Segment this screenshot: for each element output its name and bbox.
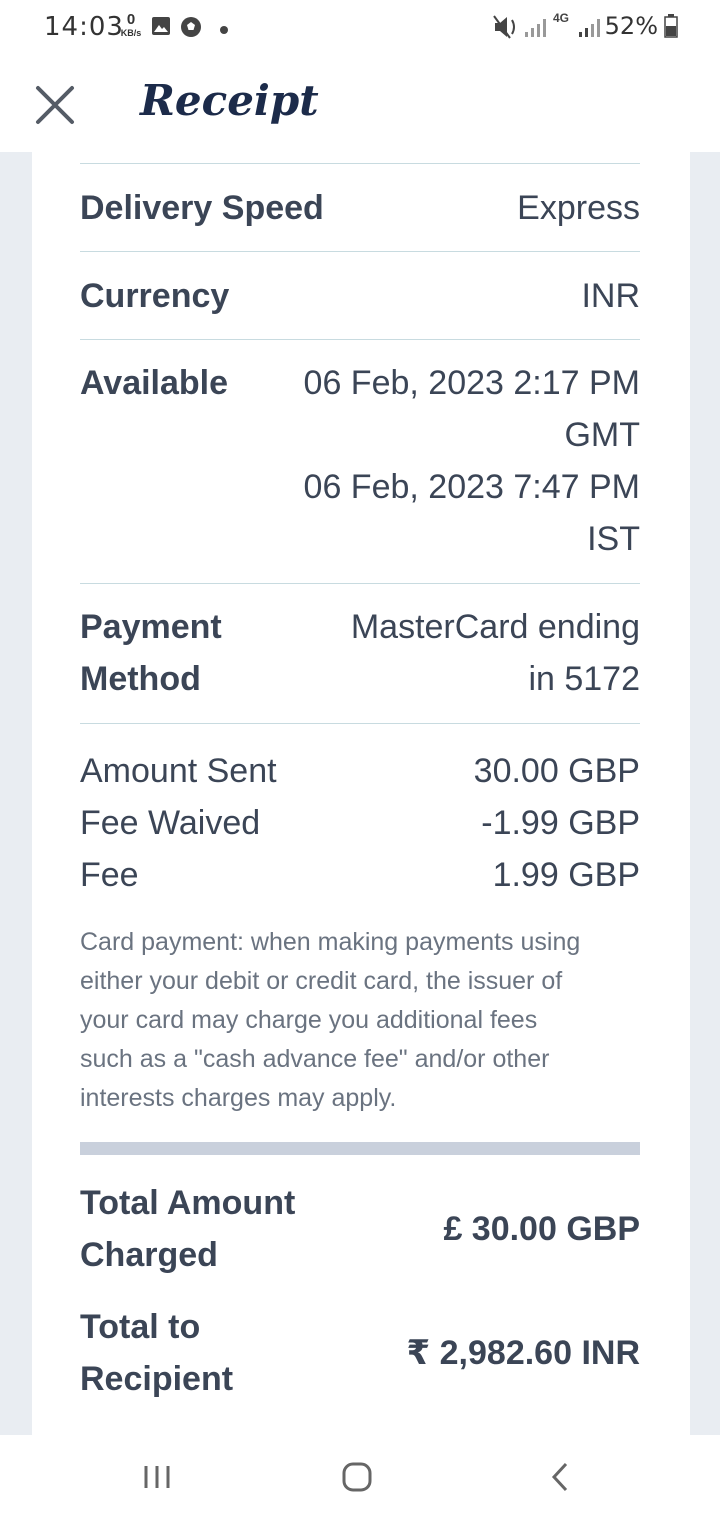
receipt-details: Delivery Speed Express Currency INR Avai… <box>80 152 640 1435</box>
header: Receipt <box>0 56 720 152</box>
signal-strength-icon-1 <box>524 18 546 43</box>
available-value: 06 Feb, 2023 2:17 PM GMT 06 Feb, 2023 7:… <box>304 357 640 565</box>
currency-label: Currency <box>80 276 230 315</box>
card-payment-note: Card payment: when making payments using… <box>80 923 640 1118</box>
recent-apps-icon <box>144 1466 170 1488</box>
available-gmt-datetime: 06 Feb, 2023 2:17 PM <box>303 364 640 402</box>
available-row: Available 06 Feb, 2023 2:17 PM GMT 06 Fe… <box>80 340 640 583</box>
battery-percentage: 52% <box>604 12 658 40</box>
exchange-rate-label: Exchange Rate <box>80 1427 640 1435</box>
total-recipient-label-line1: Total to <box>80 1308 201 1346</box>
payment-method-label-line2: Method <box>80 660 201 698</box>
card-note-line: either your debit or credit card, the is… <box>80 967 563 995</box>
fee-row: Amount Sent 30.00 GBP <box>80 745 640 797</box>
card-note-line: such as a "cash advance fee" and/or othe… <box>80 1045 550 1073</box>
payment-method-label-line1: Payment <box>80 608 222 646</box>
close-icon <box>36 86 74 124</box>
battery-icon <box>664 14 678 43</box>
fee-label: Fee <box>80 856 139 894</box>
network-type-label: 4G <box>553 11 570 25</box>
card-note-line: interests charges may apply. <box>80 1084 397 1112</box>
gallery-icon <box>151 16 171 41</box>
navigation-bar <box>0 1435 720 1520</box>
close-button[interactable] <box>32 82 78 128</box>
total-recipient-label-line2: Recipient <box>80 1360 234 1398</box>
available-ist-zone: IST <box>587 520 640 558</box>
payment-method-value-line1: MasterCard ending <box>350 608 640 646</box>
total-charged-label: Total Amount Charged <box>80 1177 295 1281</box>
signal-strength-icon-2 <box>578 18 600 43</box>
soccer-ball-icon <box>180 16 202 43</box>
delivery-speed-value: Express <box>517 188 640 227</box>
back-icon <box>551 1462 568 1492</box>
amount-sent-value: 30.00 GBP <box>473 752 640 790</box>
card-note-line: Card payment: when making payments using <box>80 928 581 956</box>
fee-waived-value: -1.99 GBP <box>481 804 640 842</box>
fee-waived-label: Fee Waived <box>80 804 261 842</box>
available-ist-datetime: 06 Feb, 2023 7:47 PM <box>303 468 640 506</box>
home-icon <box>342 1462 372 1492</box>
total-recipient-label: Total to Recipient <box>80 1301 233 1405</box>
recent-apps-button[interactable] <box>140 1460 174 1499</box>
network-speed: 0 KB/s <box>116 12 146 38</box>
network-speed-unit: KB/s <box>120 28 142 38</box>
notification-dot-icon <box>219 22 229 40</box>
total-recipient-value: ₹ 2,982.60 INR <box>406 1334 640 1372</box>
total-charged-label-line1: Total Amount <box>80 1184 296 1222</box>
available-label: Available <box>80 364 229 402</box>
available-gmt-zone: GMT <box>564 416 640 454</box>
payment-method-label: Payment Method <box>80 601 222 705</box>
total-charged-value: £ 30.00 GBP <box>443 1209 640 1248</box>
receipt-card[interactable]: Delivery Speed Express Currency INR Avai… <box>32 152 690 1435</box>
fee-row: Fee 1.99 GBP <box>80 849 640 901</box>
home-button[interactable] <box>340 1460 374 1499</box>
fee-value: 1.99 GBP <box>492 856 640 894</box>
status-bar: 14:03 0 KB/s 4G 52% <box>0 0 720 56</box>
vibrate-mute-icon <box>492 14 520 45</box>
delivery-speed-row: Delivery Speed Express <box>80 164 640 251</box>
payment-method-value-line2: in 5172 <box>528 660 640 698</box>
network-speed-value: 0 <box>126 11 136 28</box>
left-gutter <box>0 152 32 1435</box>
payment-method-row: Payment Method MasterCard ending in 5172 <box>80 584 640 723</box>
currency-value: INR <box>581 276 640 315</box>
payment-method-value: MasterCard ending in 5172 <box>351 601 640 705</box>
total-charged-label-line2: Charged <box>80 1236 218 1274</box>
section-separator <box>80 1142 640 1155</box>
right-gutter <box>690 152 720 1435</box>
total-recipient-row: Total to Recipient ₹ 2,982.60 INR <box>80 1301 640 1405</box>
currency-row: Currency INR <box>80 252 640 339</box>
fee-row: Fee Waived -1.99 GBP <box>80 797 640 849</box>
card-note-line: your card may charge you additional fees <box>80 1006 538 1034</box>
status-time: 14:03 <box>44 12 124 42</box>
page-title: Receipt <box>140 76 319 125</box>
back-button[interactable] <box>544 1460 578 1499</box>
amount-sent-label: Amount Sent <box>80 752 277 790</box>
total-charged-row: Total Amount Charged £ 30.00 GBP <box>80 1177 640 1281</box>
delivery-speed-label: Delivery Speed <box>80 188 324 227</box>
